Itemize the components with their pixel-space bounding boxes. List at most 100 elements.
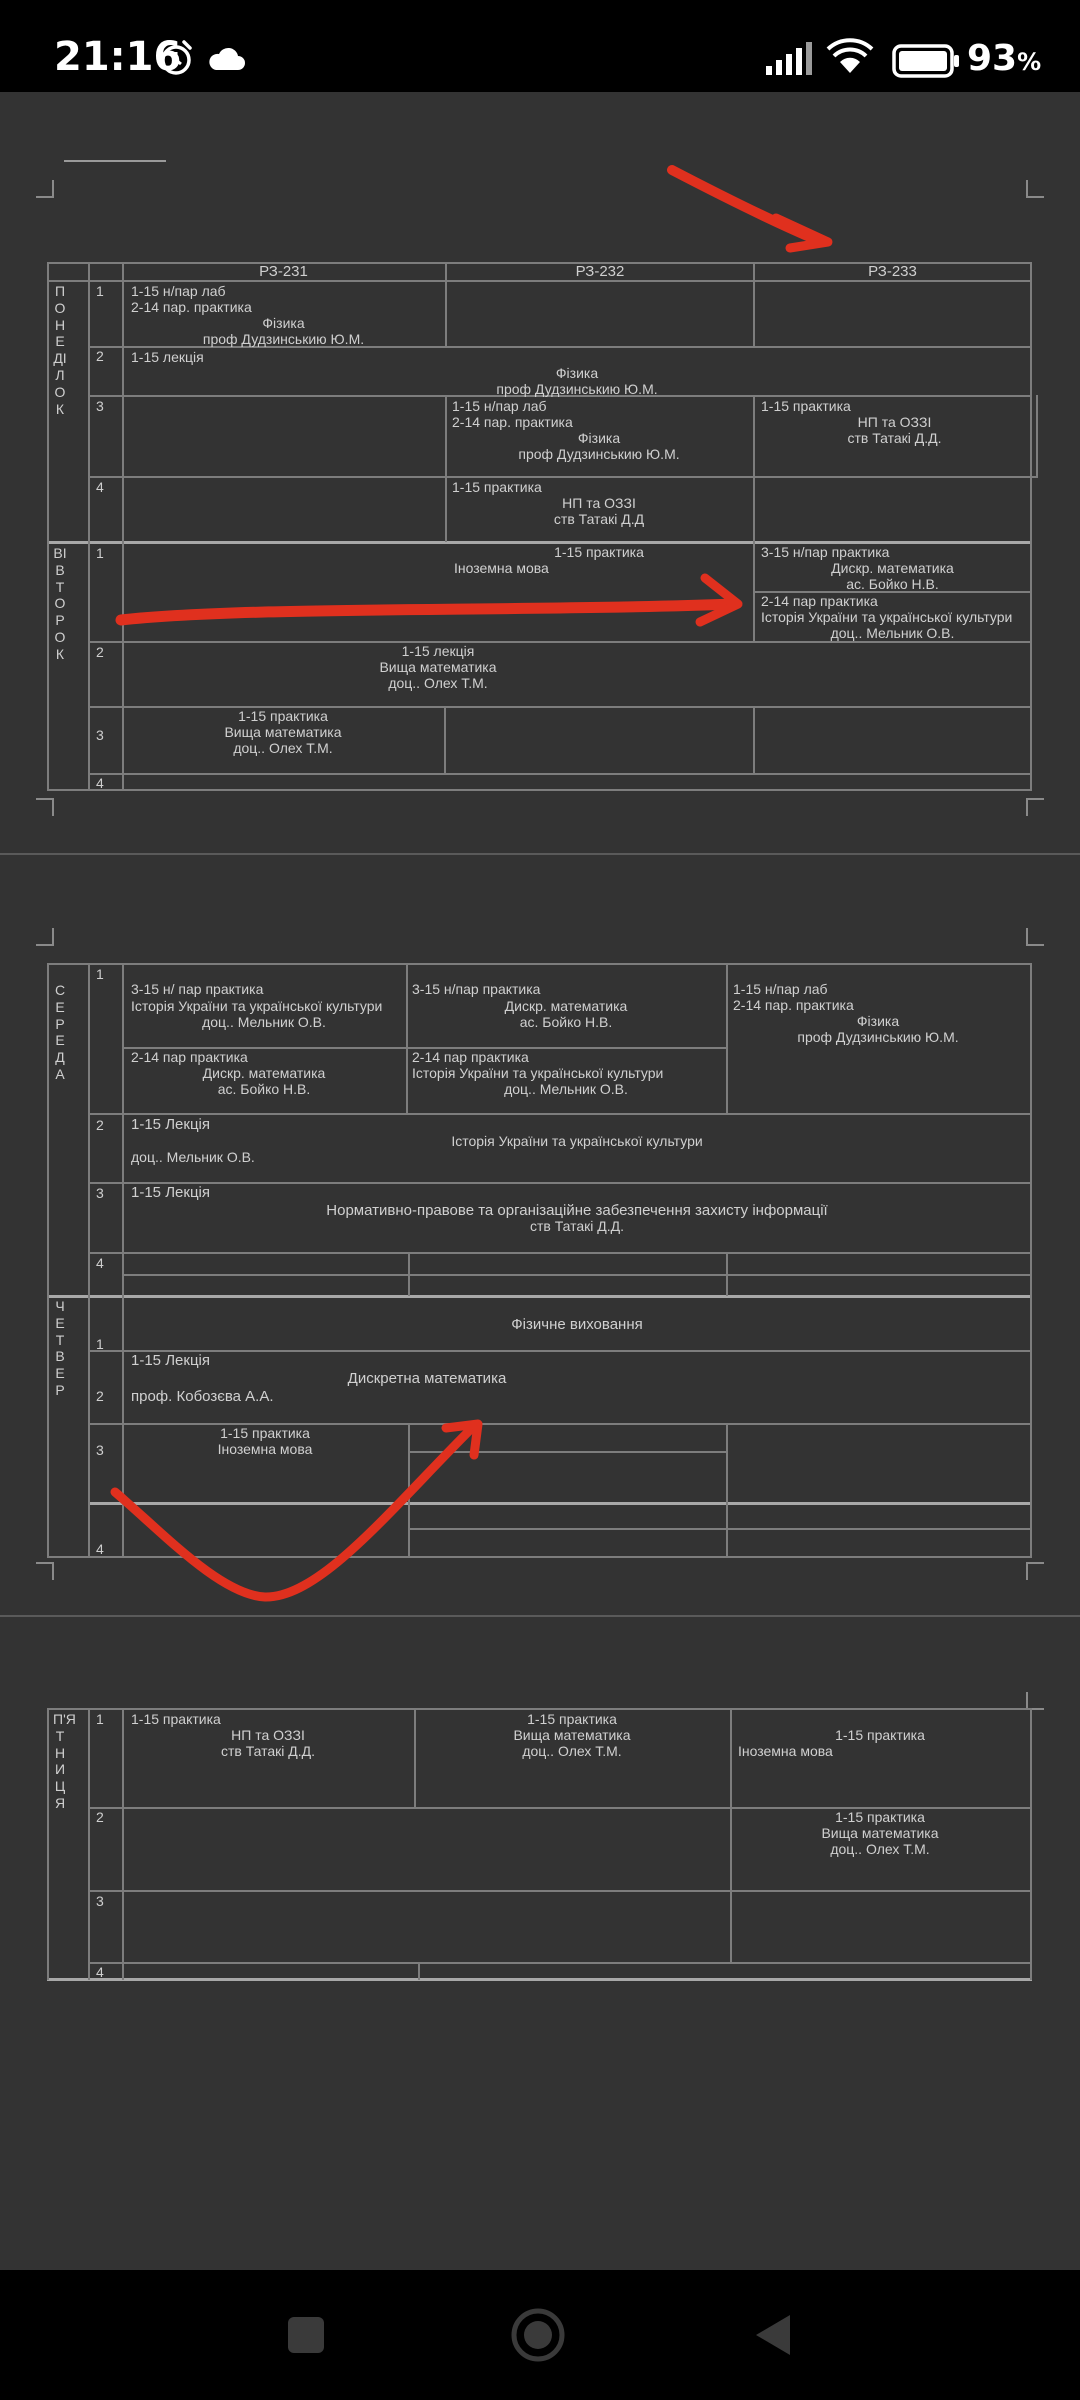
pair-number: 2 [96, 348, 104, 364]
pair-number: 3 [96, 398, 104, 414]
cell-text: ас. Бойко Н.В. [217, 1081, 311, 1097]
back-icon [756, 2315, 790, 2355]
cell-text: Історія України та української культури [761, 609, 1013, 625]
cell-text: Фізичне виховання [511, 1316, 643, 1333]
pair-number: 3 [96, 1185, 104, 1201]
cell-text: 1-15 Лекція [131, 1352, 210, 1369]
cell-text: 1-15 практика [238, 708, 328, 724]
cell-text: 1-15 практика [835, 1727, 925, 1743]
page-corner-mark [36, 180, 54, 198]
pair-number: 4 [96, 1964, 104, 1980]
cell-text: Вища математика [379, 659, 497, 675]
pair-number: 3 [96, 1442, 104, 1458]
header-group-1: РЗ-231 [259, 263, 308, 280]
pair-number: 1 [96, 283, 104, 299]
cell-text: Дискр. математика [831, 560, 954, 576]
cell-text: ств Татакі Д.Д. [847, 430, 942, 446]
cloud-icon [209, 47, 245, 70]
cell-text: Історія України та української культури [131, 998, 383, 1014]
cell-text: 1-15 лекція [401, 643, 475, 659]
battery-icon [892, 44, 959, 78]
home-button[interactable] [473, 2270, 603, 2400]
cell-text: проф Дудзинськию Ю.М. [797, 1029, 959, 1045]
cell-text: 1-15 практика [452, 479, 542, 495]
cell-text: Фізика [262, 315, 305, 331]
cell-text: 2-14 пар. практика [131, 299, 252, 315]
cell-text: доц.. Мельник О.В. [504, 1081, 628, 1097]
back-button[interactable] [707, 2270, 837, 2400]
page-corner-mark [1026, 798, 1044, 816]
page-corner-mark [1026, 1562, 1044, 1580]
pair-number: 4 [96, 1541, 104, 1557]
cell-text: 1-15 практика [131, 1711, 221, 1727]
navigation-bar [0, 2270, 1080, 2400]
cell-text: проф Дудзинськию Ю.М. [496, 381, 658, 397]
cell-text: 3-15 н/ пар практика [131, 981, 264, 997]
cell-text: НП та ОЗЗІ [231, 1727, 305, 1743]
cell-text: 1-15 лекція [131, 349, 204, 365]
cell-text: доц.. Олех Т.М. [233, 740, 333, 756]
page-corner-mark [36, 928, 54, 946]
page-corner-mark [1026, 180, 1044, 198]
recent-apps-button[interactable] [241, 2270, 371, 2400]
cell-text: Дискретна математика [347, 1370, 507, 1387]
cell-text: 1-15 н/пар лаб [733, 981, 828, 997]
cell-text: 3-15 н/пар практика [412, 981, 541, 997]
pair-number: 2 [96, 1809, 104, 1825]
cell-text: проф Дудзинськию Ю.М. [518, 446, 680, 462]
day-thursday: ЧЕТВЕР [55, 1298, 65, 1398]
cell-text: доц.. Олех Т.М. [388, 675, 488, 691]
cell-text: Вища математика [224, 724, 342, 740]
day-friday: П'ЯТНИЦЯ [53, 1711, 76, 1811]
day-monday: ПОНЕДІЛОК [53, 283, 67, 417]
pair-number: 3 [96, 727, 104, 743]
cell-text: Історія України та української культури [412, 1065, 664, 1081]
cell-text: доц.. Мельник О.В. [202, 1014, 326, 1030]
pair-number: 4 [96, 775, 104, 791]
header-group-3: РЗ-233 [868, 263, 917, 280]
cell-text: 1-15 практика [220, 1425, 310, 1441]
cell-text: доц.. Олех Т.М. [522, 1743, 622, 1759]
pair-number: 4 [96, 1255, 104, 1271]
day-tuesday: ВІВТОРОК [53, 545, 67, 662]
pair-number: 2 [96, 1117, 104, 1133]
page-corner-mark [1026, 928, 1044, 946]
page-separator [0, 1615, 1080, 1617]
cell-text: 1-15 практика [554, 544, 644, 560]
pair-number: 2 [96, 644, 104, 660]
cell-text: 1-15 Лекція [131, 1116, 210, 1133]
cell-text: Фізика [577, 430, 621, 446]
cell-text: 1-15 практика [835, 1809, 925, 1825]
cell-text: ств Татакі Д.Д. [529, 1218, 625, 1234]
pair-number: 3 [96, 1893, 104, 1909]
home-icon [511, 2308, 565, 2362]
cell-text: 1-15 н/пар лаб [452, 398, 547, 414]
cell-text: Дискр. математика [504, 998, 628, 1014]
pair-number: 1 [96, 545, 104, 561]
cell-text: 2-14 пар практика [761, 593, 878, 609]
cell-text: ас. Бойко Н.В. [519, 1014, 613, 1030]
cell-text: 1-15 Лекція [131, 1184, 210, 1201]
cell-text: Іноземна мова [738, 1743, 833, 1759]
cell-text: Іноземна мова [217, 1441, 313, 1457]
cell-text: ств Татакі Д.Д. [220, 1743, 316, 1759]
cell-text: проф. Кобозєва А.А. [131, 1388, 274, 1405]
signal-icon [766, 42, 812, 75]
header-group-2: РЗ-232 [575, 263, 625, 280]
recent-apps-icon [288, 2317, 324, 2353]
cell-text: 1-15 практика [761, 398, 851, 414]
cell-text: 3-15 н/пар практика [761, 544, 890, 560]
day-wednesday: СЕРЕДА [54, 982, 66, 1082]
cell-text: доц.. Мельник О.В. [830, 625, 955, 641]
cell-text: Нормативно-правове та організаційне забе… [326, 1202, 828, 1219]
cell-text: Історія України та української культури [451, 1133, 703, 1149]
wifi-icon [826, 38, 874, 73]
cell-text: ас. Бойко Н.В. [846, 576, 939, 592]
page-corner-mark [36, 1562, 54, 1580]
cell-text: 1-15 практика [527, 1711, 617, 1727]
cell-text: Фізика [555, 365, 599, 381]
cell-text: 2-14 пар. практика [733, 997, 854, 1013]
cell-text: НП та ОЗЗІ [857, 414, 932, 430]
cell-text: Іноземна мова [454, 560, 549, 576]
cell-text: доц.. Мельник О.В. [131, 1149, 255, 1165]
